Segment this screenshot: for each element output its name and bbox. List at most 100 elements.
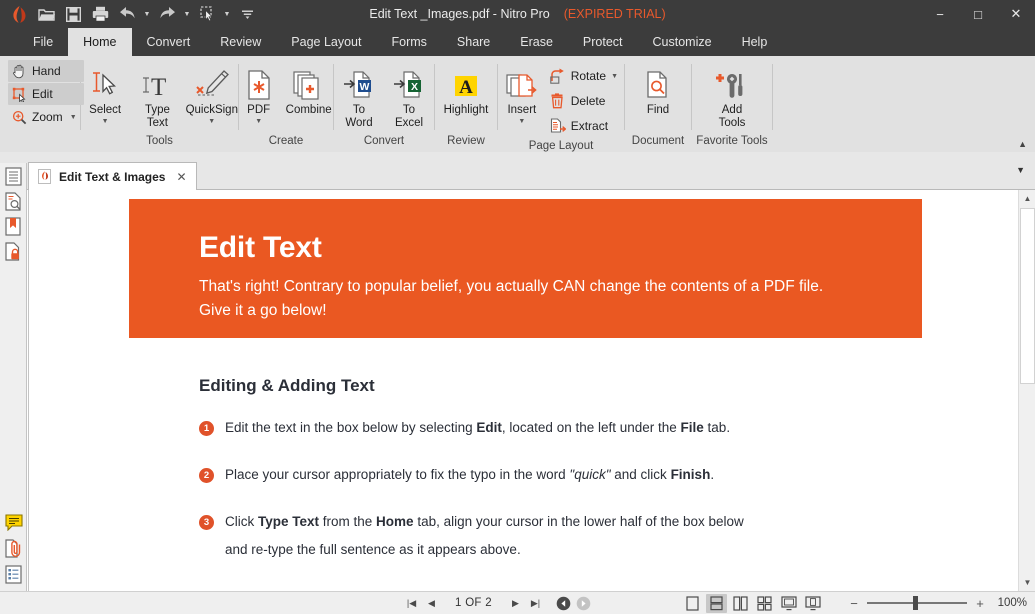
continuous-view-button[interactable] bbox=[706, 594, 727, 613]
insert-pages-label: Insert bbox=[507, 104, 536, 117]
to-word-button[interactable]: W To Word bbox=[335, 61, 383, 130]
tab-file[interactable]: File bbox=[18, 28, 68, 56]
document-tab-strip: Edit Text & Images ✕ ▼ bbox=[0, 152, 1035, 190]
tab-forms[interactable]: Forms bbox=[376, 28, 441, 56]
rotate-icon bbox=[550, 68, 566, 84]
combine-button[interactable]: Combine bbox=[284, 61, 333, 117]
ribbon-group-modes: Hand Edit bbox=[0, 56, 80, 152]
hand-tool-button[interactable]: Hand bbox=[8, 60, 84, 82]
document-tab[interactable]: Edit Text & Images ✕ bbox=[28, 162, 197, 190]
svg-text:X: X bbox=[411, 81, 418, 93]
attachments-panel-icon[interactable] bbox=[3, 538, 24, 559]
quicksign-button[interactable]: QuickSign ▼ bbox=[186, 61, 238, 126]
quicksign-button-caret[interactable]: ▼ bbox=[208, 118, 215, 126]
fit-page-view-button[interactable] bbox=[778, 594, 799, 613]
select-button-caret[interactable]: ▼ bbox=[102, 118, 109, 126]
single-page-view-button[interactable] bbox=[682, 594, 703, 613]
tab-review[interactable]: Review bbox=[205, 28, 276, 56]
open-icon[interactable] bbox=[33, 1, 59, 27]
create-pdf-button[interactable]: PDF ▼ bbox=[239, 61, 278, 126]
save-icon[interactable] bbox=[60, 1, 86, 27]
to-excel-button[interactable]: X To Excel bbox=[385, 61, 433, 130]
scroll-up-icon[interactable]: ▲ bbox=[1019, 190, 1035, 207]
tab-protect[interactable]: Protect bbox=[568, 28, 638, 56]
tab-share[interactable]: Share bbox=[442, 28, 505, 56]
select-cursor-icon bbox=[88, 65, 122, 101]
zoom-tool-button[interactable]: Zoom ▼ bbox=[8, 106, 84, 128]
vertical-scrollbar[interactable]: ▲ ▼ bbox=[1018, 190, 1035, 591]
select-dropdown-caret[interactable]: ▼ bbox=[221, 1, 233, 27]
zoom-slider-thumb[interactable] bbox=[913, 596, 918, 610]
scrollbar-thumb[interactable] bbox=[1020, 208, 1035, 384]
to-word-line2: Word bbox=[345, 117, 372, 129]
find-button[interactable]: Find bbox=[629, 61, 687, 117]
customize-qat-icon[interactable] bbox=[234, 1, 260, 27]
select-tool-icon[interactable] bbox=[194, 1, 220, 27]
zoom-slider[interactable] bbox=[867, 596, 967, 610]
step2-part1: Place your cursor appropriately to fix t… bbox=[225, 467, 569, 482]
scroll-down-icon[interactable]: ▼ bbox=[1019, 574, 1035, 591]
ocr-panel-icon[interactable] bbox=[3, 191, 24, 212]
print-icon[interactable] bbox=[87, 1, 113, 27]
tab-page-layout[interactable]: Page Layout bbox=[276, 28, 376, 56]
combine-label: Combine bbox=[286, 104, 332, 117]
zoom-in-button[interactable]: + bbox=[975, 596, 985, 611]
select-button[interactable]: Select ▼ bbox=[81, 61, 129, 126]
type-text-button[interactable]: T Type Text bbox=[133, 61, 181, 130]
document-view[interactable]: Edit Text That's right! Contrary to popu… bbox=[28, 190, 1018, 591]
undo-dropdown-caret[interactable]: ▼ bbox=[141, 1, 153, 27]
trial-status-badge: (EXPIRED TRIAL) bbox=[564, 7, 666, 21]
first-page-button[interactable]: |◀ bbox=[403, 595, 420, 612]
pages-panel-icon[interactable] bbox=[3, 166, 24, 187]
tab-customize[interactable]: Customize bbox=[638, 28, 727, 56]
undo-icon[interactable] bbox=[114, 1, 140, 27]
minimize-button[interactable]: − bbox=[921, 0, 959, 28]
svg-text:T: T bbox=[151, 74, 166, 101]
delete-pages-button[interactable]: Delete bbox=[544, 89, 624, 113]
tab-overflow-icon[interactable]: ▼ bbox=[1016, 165, 1025, 175]
highlight-label: Highlight bbox=[444, 104, 489, 117]
edit-icon bbox=[12, 87, 27, 102]
collapse-ribbon-button[interactable]: ▲ bbox=[1018, 139, 1027, 149]
tab-help[interactable]: Help bbox=[727, 28, 783, 56]
ribbon-group-convert-label: Convert bbox=[334, 133, 434, 149]
rotate-pages-button[interactable]: Rotate ▼ bbox=[544, 64, 624, 88]
previous-page-button[interactable]: ◀ bbox=[423, 595, 440, 612]
layers-panel-icon[interactable] bbox=[3, 564, 24, 585]
facing-continuous-view-button[interactable] bbox=[754, 594, 775, 613]
rotate-caret[interactable]: ▼ bbox=[611, 73, 618, 80]
highlight-button[interactable]: A Highlight bbox=[437, 61, 495, 117]
comments-panel-icon[interactable] bbox=[3, 512, 24, 533]
close-tab-icon[interactable]: ✕ bbox=[173, 170, 189, 184]
tab-home[interactable]: Home bbox=[68, 28, 131, 56]
insert-pages-caret[interactable]: ▼ bbox=[518, 118, 525, 126]
tab-convert[interactable]: Convert bbox=[132, 28, 206, 56]
maximize-button[interactable]: □ bbox=[959, 0, 997, 28]
step3-part1: Click bbox=[225, 514, 258, 529]
add-tools-button[interactable]: Add Tools bbox=[703, 61, 761, 130]
redo-dropdown-caret[interactable]: ▼ bbox=[181, 1, 193, 27]
bookmarks-panel-icon[interactable] bbox=[3, 216, 24, 237]
edit-tool-button[interactable]: Edit bbox=[8, 83, 84, 105]
step3-part3: from the bbox=[319, 514, 376, 529]
insert-pages-button[interactable]: Insert ▼ bbox=[502, 61, 542, 126]
document-tab-label: Edit Text & Images bbox=[59, 170, 165, 184]
document-content: Editing & Adding Text 1 Edit the text in… bbox=[129, 338, 922, 560]
zoom-dropdown-caret[interactable]: ▼ bbox=[70, 114, 77, 121]
page-navigation: |◀ ◀ 1 OF 2 ▶ ▶| bbox=[403, 595, 592, 612]
next-view-button[interactable] bbox=[575, 595, 592, 612]
tab-erase[interactable]: Erase bbox=[505, 28, 568, 56]
ribbon-group-create: PDF ▼ Combine Create bbox=[239, 56, 333, 152]
fit-width-view-button[interactable] bbox=[802, 594, 823, 613]
zoom-out-button[interactable]: − bbox=[849, 596, 859, 611]
create-pdf-caret[interactable]: ▼ bbox=[255, 118, 262, 126]
pdf-page: Edit Text That's right! Contrary to popu… bbox=[29, 190, 1018, 591]
close-button[interactable]: ✕ bbox=[997, 0, 1035, 28]
facing-pages-view-button[interactable] bbox=[730, 594, 751, 613]
security-panel-icon[interactable] bbox=[3, 241, 24, 262]
redo-icon[interactable] bbox=[154, 1, 180, 27]
extract-pages-button[interactable]: Extract bbox=[544, 114, 624, 138]
previous-view-button[interactable] bbox=[555, 595, 572, 612]
last-page-button[interactable]: ▶| bbox=[527, 595, 544, 612]
next-page-button[interactable]: ▶ bbox=[507, 595, 524, 612]
